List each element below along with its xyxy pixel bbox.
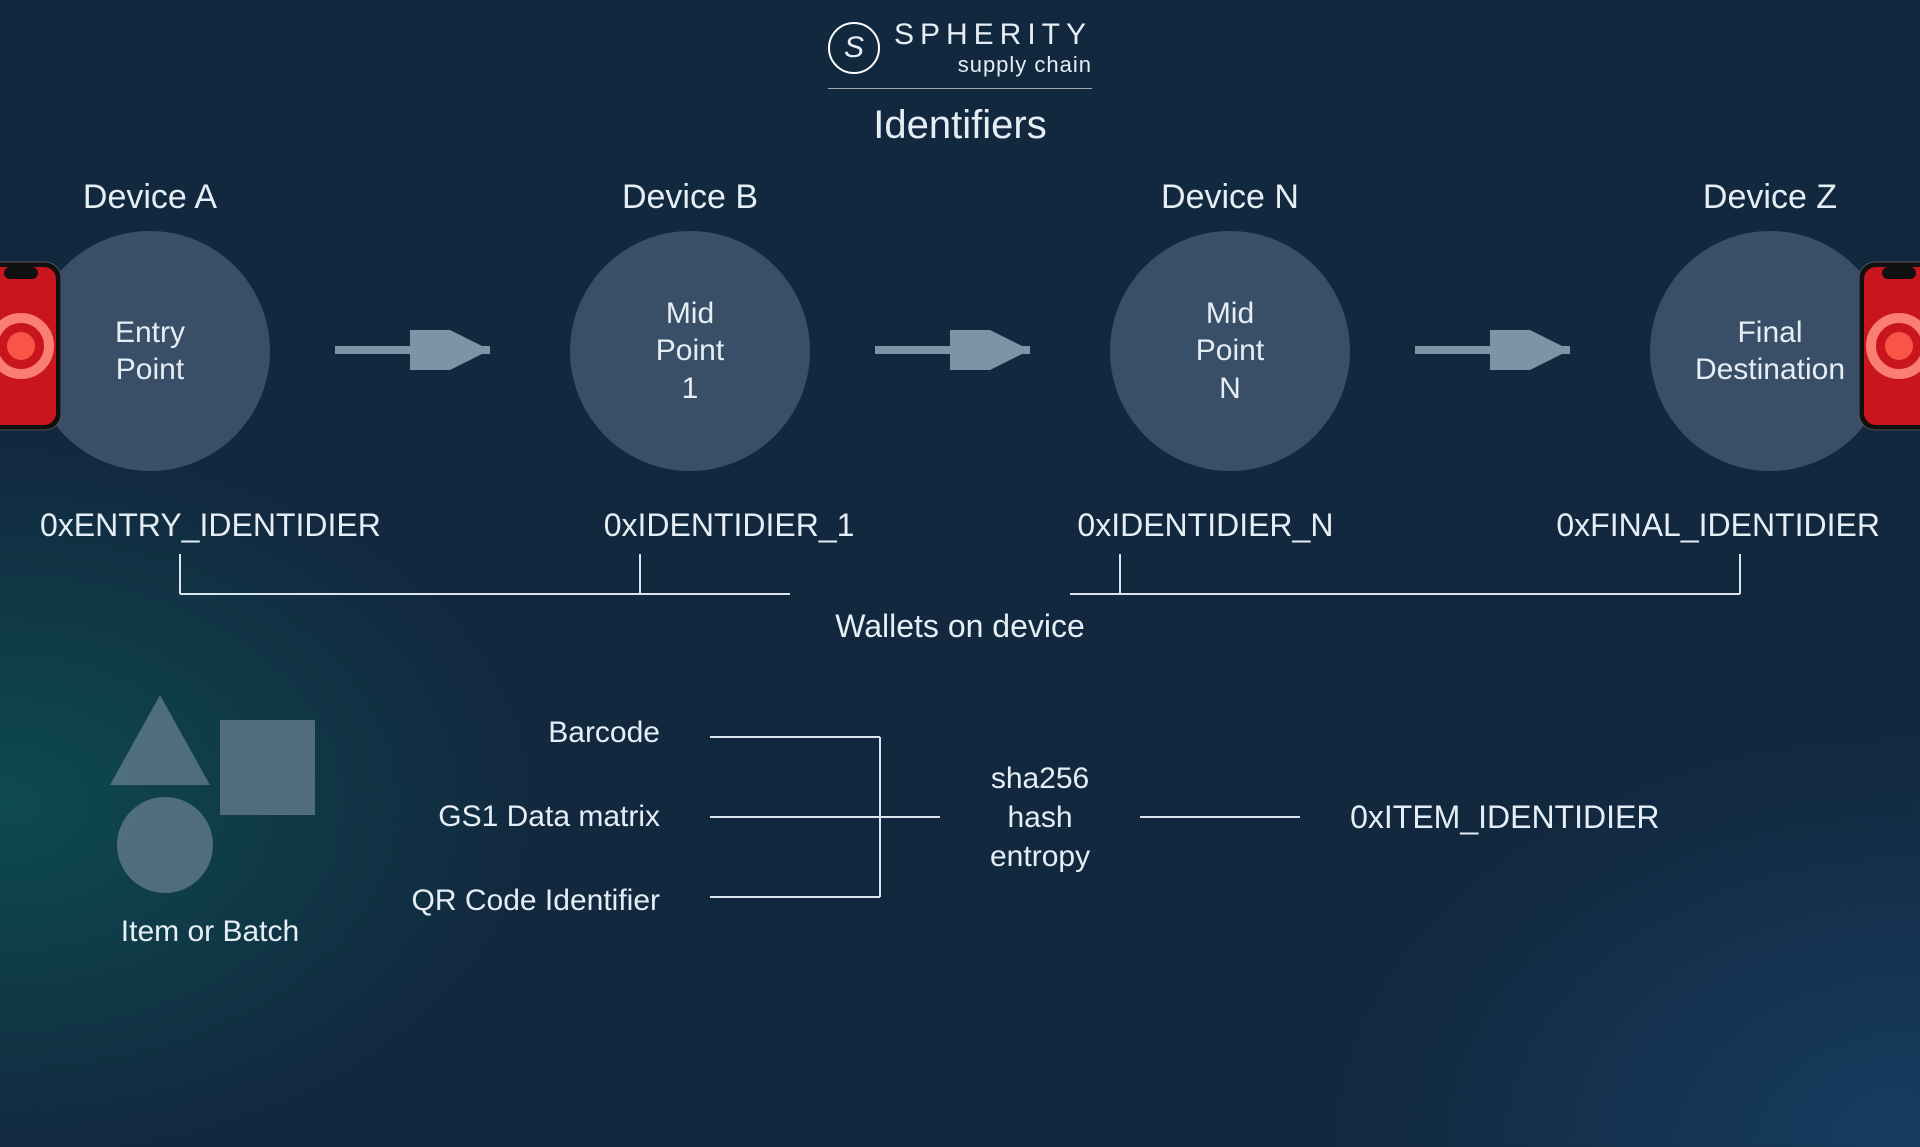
id-type-gs1: GS1 Data matrix — [370, 800, 660, 834]
shapes-icon — [100, 685, 320, 895]
device-b-label: Device B — [622, 178, 758, 217]
header: S SPHERITY supply chain Identifiers — [0, 0, 1920, 148]
flow-row: Device A EntryPoint Device B MidPoint1 D… — [0, 178, 1920, 471]
brand-subtitle: supply chain — [894, 52, 1092, 78]
device-n-label: Device N — [1161, 178, 1299, 217]
node-final: Device Z FinalDestination — [1650, 178, 1890, 471]
midn-identifier: 0xIDENTIDIER_N — [1077, 507, 1333, 544]
phone-icon — [0, 261, 62, 431]
shapes-group: Item or Batch — [100, 685, 320, 949]
entry-identifier: 0xENTRY_IDENTIDIER — [40, 507, 381, 544]
wallets-label: Wallets on device — [821, 608, 1099, 645]
node-mid-1: Device B MidPoint1 — [570, 178, 810, 471]
brand-name: SPHERITY — [894, 18, 1092, 52]
mid-point-n-circle: MidPointN — [1110, 231, 1350, 471]
id-type-qr: QR Code Identifier — [370, 884, 660, 918]
spherity-logo-icon: S — [828, 22, 880, 74]
converge-connector — [710, 702, 940, 932]
arrow-icon — [1410, 330, 1590, 370]
final-destination-circle: FinalDestination — [1650, 231, 1890, 471]
identifier-row: 0xENTRY_IDENTIDIER 0xIDENTIDIER_1 0xIDEN… — [0, 507, 1920, 544]
arrow-icon — [330, 330, 510, 370]
id-types-list: Barcode GS1 Data matrix QR Code Identifi… — [370, 716, 660, 918]
page-title: Identifiers — [0, 103, 1920, 148]
mid-point-1-circle: MidPoint1 — [570, 231, 810, 471]
arrow-icon — [870, 330, 1050, 370]
final-identifier: 0xFINAL_IDENTIDIER — [1556, 507, 1880, 544]
device-z-label: Device Z — [1703, 178, 1837, 217]
node-mid-n: Device N MidPointN — [1110, 178, 1350, 471]
phone-icon — [1858, 261, 1920, 431]
mid1-identifier: 0xIDENTIDIER_1 — [604, 507, 855, 544]
logo: S SPHERITY supply chain — [828, 18, 1092, 89]
shapes-label: Item or Batch — [121, 915, 299, 949]
hash-label: sha256hashentropy — [990, 759, 1090, 876]
line-connector — [1140, 807, 1300, 827]
id-type-barcode: Barcode — [370, 716, 660, 750]
device-a-label: Device A — [83, 178, 217, 217]
item-identifier: 0xITEM_IDENTIDIER — [1350, 799, 1659, 836]
node-entry: Device A EntryPoint — [30, 178, 270, 471]
entry-point-circle: EntryPoint — [30, 231, 270, 471]
bottom-section: Item or Batch Barcode GS1 Data matrix QR… — [0, 645, 1920, 949]
